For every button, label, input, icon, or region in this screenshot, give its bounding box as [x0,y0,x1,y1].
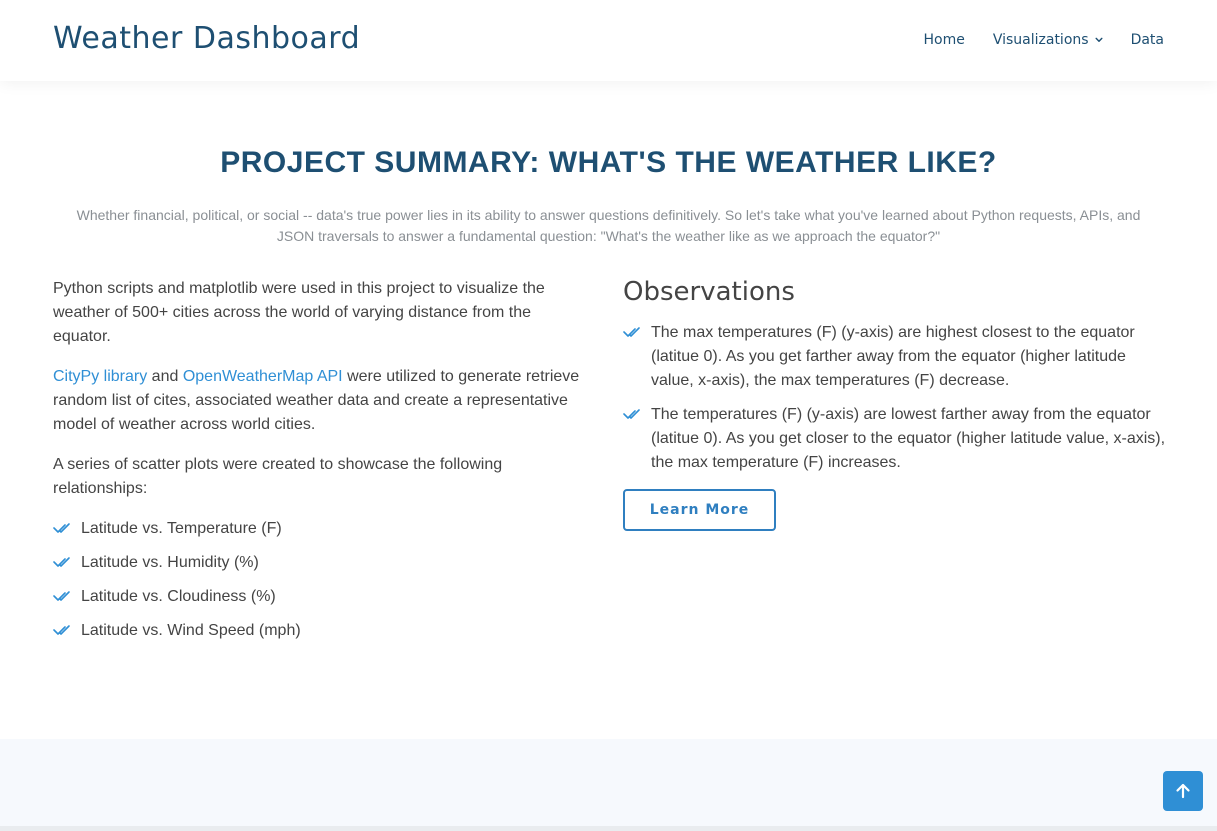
double-check-icon [623,327,640,337]
openweathermap-link[interactable]: OpenWeatherMap API [183,368,343,385]
relationship-label: Latitude vs. Wind Speed (mph) [81,622,301,639]
series-paragraph: A series of scatter plots were created t… [53,456,503,497]
double-check-icon [53,591,70,601]
observation-text: The max temperatures (F) (y-axis) are hi… [651,324,1135,389]
footer-band [0,739,1217,827]
nav-visualizations-dropdown[interactable]: Visualizations [993,29,1103,51]
page-subtitle: Whether financial, political, or social … [76,207,1141,244]
chevron-down-icon [1095,37,1103,42]
list-item: Latitude vs. Temperature (F) [53,517,593,541]
list-item: The max temperatures (F) (y-axis) are hi… [623,321,1168,393]
header: Weather Dashboard Home Visualizations Da… [0,0,1217,81]
double-check-icon [623,409,640,419]
intro-paragraph: Python scripts and matplotlib were used … [53,280,545,345]
nav-visualizations-label: Visualizations [992,32,1089,48]
and-text: and [147,368,183,385]
double-check-icon [53,523,70,533]
relationships-list: Latitude vs. Temperature (F) Latitude vs… [53,517,593,643]
nav-data[interactable]: Data [1131,29,1164,51]
footer-divider [0,826,1217,831]
observation-text: The temperatures (F) (y-axis) are lowest… [651,406,1166,471]
relationship-label: Latitude vs. Humidity (%) [81,554,259,571]
citypy-link[interactable]: CityPy library [53,368,147,385]
summary-column: Python scripts and matplotlib were used … [53,277,593,653]
observations-title: Observations [623,277,795,307]
relationship-label: Latitude vs. Cloudiness (%) [81,588,276,605]
list-item: Latitude vs. Cloudiness (%) [53,585,593,609]
arrow-up-icon [1176,783,1190,799]
main-nav: Home Visualizations Data [923,29,1164,51]
back-to-top-button[interactable] [1163,771,1203,811]
double-check-icon [53,625,70,635]
list-item: Latitude vs. Humidity (%) [53,551,593,575]
apis-paragraph: CityPy library and OpenWeatherMap API we… [53,365,593,437]
observations-list: The max temperatures (F) (y-axis) are hi… [623,321,1168,475]
observations-column: Observations The max temperatures (F) (y… [623,277,1168,531]
learn-more-button[interactable]: Learn More [623,489,776,531]
double-check-icon [53,557,70,567]
page-title: PROJECT SUMMARY: WHAT'S THE WEATHER LIKE… [220,146,997,179]
list-item: Latitude vs. Wind Speed (mph) [53,619,593,643]
site-logo[interactable]: Weather Dashboard [53,19,360,59]
list-item: The temperatures (F) (y-axis) are lowest… [623,403,1168,475]
relationship-label: Latitude vs. Temperature (F) [81,520,282,537]
nav-home[interactable]: Home [923,29,964,51]
